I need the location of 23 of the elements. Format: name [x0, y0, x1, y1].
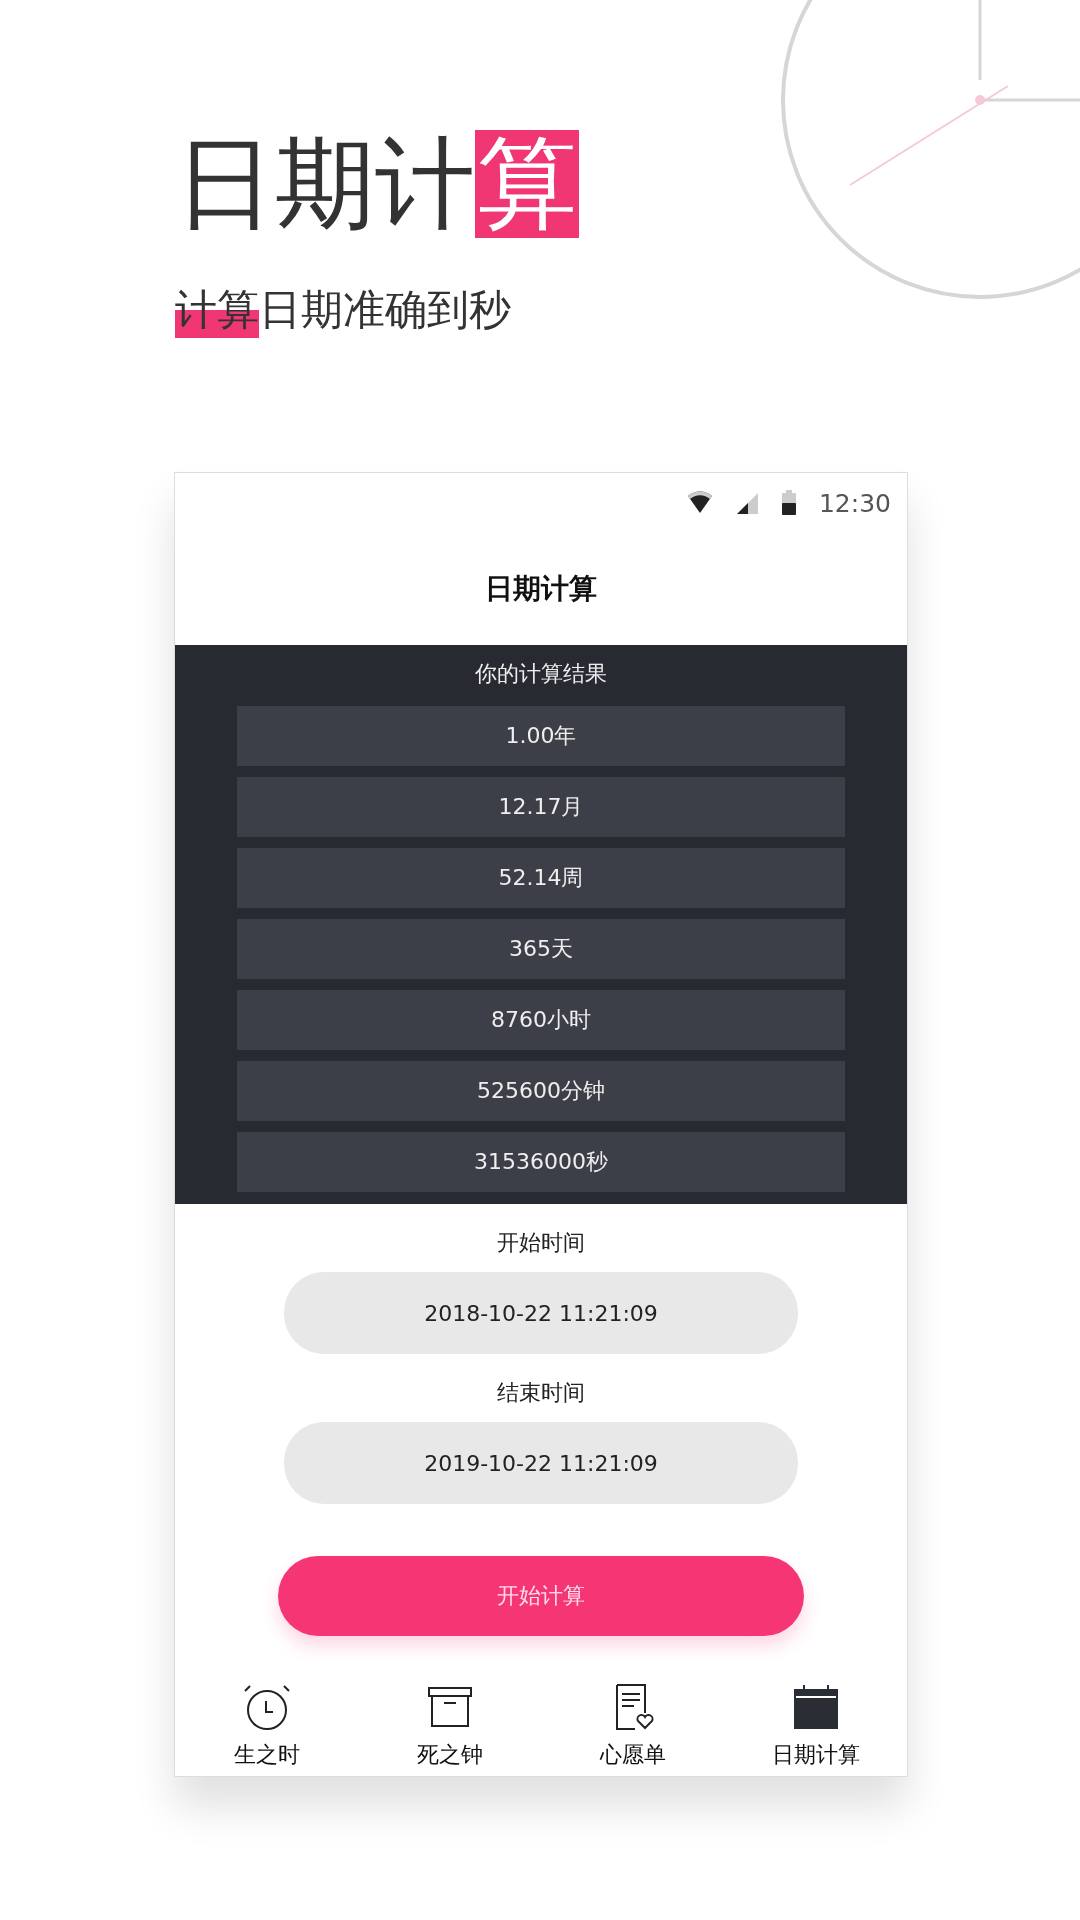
tab[interactable]: 心愿单	[541, 1682, 724, 1770]
result-row: 1.00年	[237, 706, 845, 766]
wifi-icon	[686, 491, 713, 515]
end-label: 结束时间	[497, 1379, 585, 1407]
tab[interactable]: 日期计算	[724, 1682, 907, 1770]
result-row: 12.17月	[237, 777, 845, 837]
tab[interactable]: 生之时	[175, 1682, 358, 1770]
start-time-field[interactable]: 2018-10-22 11:21:09	[284, 1272, 798, 1354]
subtitle: 日期准确到秒	[259, 284, 511, 336]
result-row: 52.14周	[237, 848, 845, 908]
headline-highlight: 算	[475, 130, 579, 238]
headline: 日期计	[175, 134, 475, 234]
app-title: 日期计算	[484, 571, 598, 607]
status-time: 12:30	[818, 488, 891, 518]
tab[interactable]: 死之钟	[358, 1682, 541, 1770]
result-row: 365天	[237, 919, 845, 979]
result-row: 31536000秒	[237, 1132, 845, 1192]
results-title: 你的计算结果	[474, 660, 608, 688]
end-time-field[interactable]: 2019-10-22 11:21:09	[284, 1422, 798, 1504]
result-row: 8760小时	[237, 990, 845, 1050]
result-row: 525600分钟	[237, 1061, 845, 1121]
battery-icon	[780, 490, 797, 516]
start-label: 开始时间	[497, 1229, 585, 1257]
